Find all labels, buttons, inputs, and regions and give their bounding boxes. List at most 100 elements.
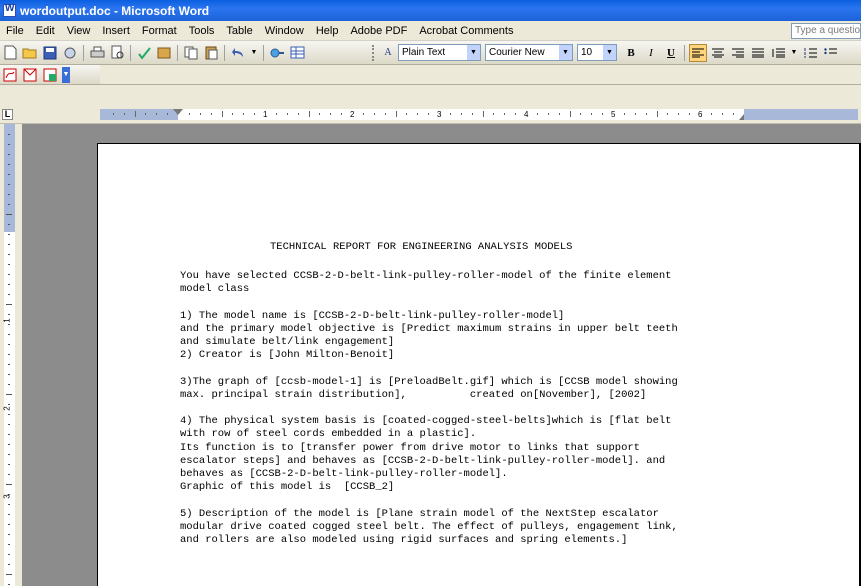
menu-format[interactable]: Format xyxy=(136,25,183,37)
copy-icon[interactable] xyxy=(183,45,199,61)
document-line: and simulate belt/link engagement] xyxy=(180,336,395,349)
ruler-tick xyxy=(395,111,397,117)
undo-icon[interactable] xyxy=(230,45,246,61)
print-icon[interactable] xyxy=(89,45,105,61)
menu-window[interactable]: Window xyxy=(259,25,310,37)
ruler-tick xyxy=(634,113,636,115)
menu-bar: File Edit View Insert Format Tools Table… xyxy=(0,21,861,41)
title-bar[interactable]: wordoutput.doc - Microsoft Word xyxy=(0,0,861,21)
menu-table[interactable]: Table xyxy=(220,25,258,37)
print-preview-icon[interactable] xyxy=(109,45,125,61)
document-body[interactable]: You have selected CCSB-2-D-belt-link-pul… xyxy=(180,270,678,547)
vruler-tick xyxy=(8,564,10,565)
ruler-tick xyxy=(428,113,430,115)
convert-and-review-icon[interactable] xyxy=(42,67,58,83)
ruler-tick xyxy=(406,113,408,115)
ruler-tick xyxy=(645,113,647,115)
horizontal-ruler[interactable]: 1234567 xyxy=(100,109,858,120)
vruler-tick xyxy=(6,214,12,215)
ruler-tick xyxy=(384,113,386,115)
vruler-tick xyxy=(8,474,10,475)
menu-file[interactable]: File xyxy=(0,25,30,37)
menu-view[interactable]: View xyxy=(61,25,97,37)
document-line: 3)The graph of [ccsb-model-1] is [Preloa… xyxy=(180,375,678,388)
vruler-tick xyxy=(8,254,10,255)
styles-formatting-icon[interactable]: A xyxy=(380,45,396,61)
open-folder-icon[interactable] xyxy=(22,45,38,61)
ruler-tick xyxy=(656,111,658,117)
underline-button[interactable]: U xyxy=(662,44,680,62)
vruler-tick xyxy=(8,184,10,185)
menu-help[interactable]: Help xyxy=(310,25,345,37)
tab-selector[interactable]: L xyxy=(2,109,13,120)
font-dropdown[interactable]: Courier New ▼ xyxy=(485,44,573,61)
vruler-tick xyxy=(6,484,12,485)
document-line: escalator steps] and behaves as [CCSB-2-… xyxy=(180,454,666,467)
indent-marker[interactable] xyxy=(173,109,183,115)
vertical-ruler[interactable]: 1 2 3 xyxy=(3,124,15,586)
spelling-grammar-icon[interactable] xyxy=(136,45,152,61)
menu-tools[interactable]: Tools xyxy=(183,25,221,37)
ruler-tick xyxy=(286,113,288,115)
document-title: TECHNICAL REPORT FOR ENGINEERING ANALYSI… xyxy=(270,241,573,253)
menu-acrobat-comments[interactable]: Acrobat Comments xyxy=(413,25,519,37)
bullets-button[interactable] xyxy=(821,44,839,62)
ruler-tick xyxy=(275,113,277,115)
toolbar-options-icon[interactable]: ▼ xyxy=(62,66,70,83)
document-page[interactable]: TECHNICAL REPORT FOR ENGINEERING ANALYSI… xyxy=(97,143,861,586)
line-spacing-button[interactable] xyxy=(769,44,787,62)
word-app-icon[interactable] xyxy=(3,3,16,17)
bold-button[interactable]: B xyxy=(622,44,640,62)
document-line: behaves as [CCSB-2-D-belt-link-pulley-ro… xyxy=(180,468,508,481)
ruler-number: 5 xyxy=(611,110,616,119)
ruler-tick xyxy=(482,111,484,117)
ruler-tick xyxy=(689,113,691,115)
vruler-tick xyxy=(8,444,10,445)
menu-edit[interactable]: Edit xyxy=(30,25,61,37)
font-size-dropdown[interactable]: 10 ▼ xyxy=(577,44,617,61)
ruler-tick xyxy=(667,113,669,115)
vruler-tick xyxy=(8,534,10,535)
toolbar-separator xyxy=(83,44,84,61)
style-dropdown[interactable]: Plain Text ▼ xyxy=(398,44,481,61)
numbering-button[interactable] xyxy=(801,44,819,62)
vruler-tick xyxy=(8,144,10,145)
italic-button[interactable]: I xyxy=(642,44,660,62)
permission-icon[interactable] xyxy=(62,45,78,61)
convert-and-email-icon[interactable] xyxy=(22,67,38,83)
new-document-icon[interactable] xyxy=(2,45,18,61)
ruler-number: 2 xyxy=(350,110,355,119)
vruler-tick xyxy=(8,404,10,405)
align-left-button[interactable] xyxy=(689,43,707,62)
ruler-tick xyxy=(460,113,462,115)
align-right-button[interactable] xyxy=(729,44,747,62)
vruler-tick xyxy=(8,264,10,265)
undo-dropdown-icon[interactable]: ▼ xyxy=(250,45,258,61)
toolbar-grip[interactable] xyxy=(372,44,375,61)
menu-insert[interactable]: Insert xyxy=(96,25,136,37)
save-icon[interactable] xyxy=(42,45,58,61)
chevron-down-icon[interactable]: ▼ xyxy=(559,45,572,60)
convert-to-pdf-icon[interactable] xyxy=(2,67,18,83)
ruler-tick xyxy=(221,111,223,117)
line-spacing-dropdown-icon[interactable]: ▼ xyxy=(790,45,798,61)
document-area: TECHNICAL REPORT FOR ENGINEERING ANALYSI… xyxy=(22,124,861,586)
justify-button[interactable] xyxy=(749,44,767,62)
menu-adobe-pdf[interactable]: Adobe PDF xyxy=(344,25,413,37)
ruler-tick xyxy=(678,113,680,115)
ruler-tick xyxy=(210,113,212,115)
research-icon[interactable] xyxy=(156,45,172,61)
vruler-tick xyxy=(8,164,10,165)
vruler-tick xyxy=(8,434,10,435)
document-line: 4) The physical system basis is [coated-… xyxy=(180,415,672,428)
tables-borders-icon[interactable] xyxy=(289,45,305,61)
paste-icon[interactable] xyxy=(203,45,219,61)
hyperlink-icon[interactable] xyxy=(269,45,285,61)
chevron-down-icon[interactable]: ▼ xyxy=(467,45,480,60)
ruler-tick xyxy=(243,113,245,115)
align-center-button[interactable] xyxy=(709,44,727,62)
help-question-input[interactable]: Type a questio xyxy=(791,23,861,39)
chevron-down-icon[interactable]: ▼ xyxy=(603,45,616,60)
